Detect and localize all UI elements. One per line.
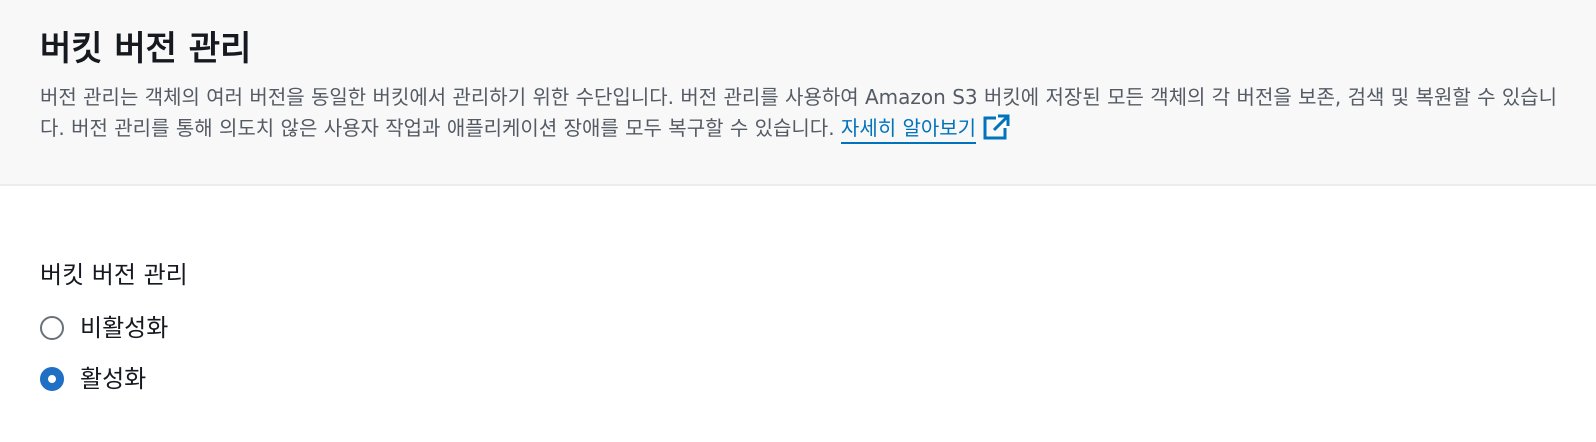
description-text: 버전 관리는 객체의 여러 버전을 동일한 버킷에서 관리하기 위한 수단입니다… xyxy=(40,82,1570,144)
radio-option-disable[interactable]: 비활성화 xyxy=(40,311,168,345)
description-body: 버전 관리는 객체의 여러 버전을 동일한 버킷에서 관리하기 위한 수단입니다… xyxy=(40,85,1558,140)
header-panel: 버킷 버전 관리 버전 관리는 객체의 여러 버전을 동일한 버킷에서 관리하기… xyxy=(0,0,1596,186)
versioning-label: 버킷 버전 관리 xyxy=(40,261,188,289)
page-title: 버킷 버전 관리 xyxy=(40,29,252,69)
learn-more-link[interactable]: 자세히 알아보기 xyxy=(840,116,977,144)
radio-label-disable: 비활성화 xyxy=(80,314,169,342)
radio-selected-icon[interactable] xyxy=(40,367,64,391)
radio-label-enable: 활성화 xyxy=(80,365,147,393)
external-link-icon[interactable] xyxy=(982,113,1010,141)
radio-option-enable[interactable]: 활성화 xyxy=(40,362,146,396)
radio-unselected-icon[interactable] xyxy=(40,316,64,340)
